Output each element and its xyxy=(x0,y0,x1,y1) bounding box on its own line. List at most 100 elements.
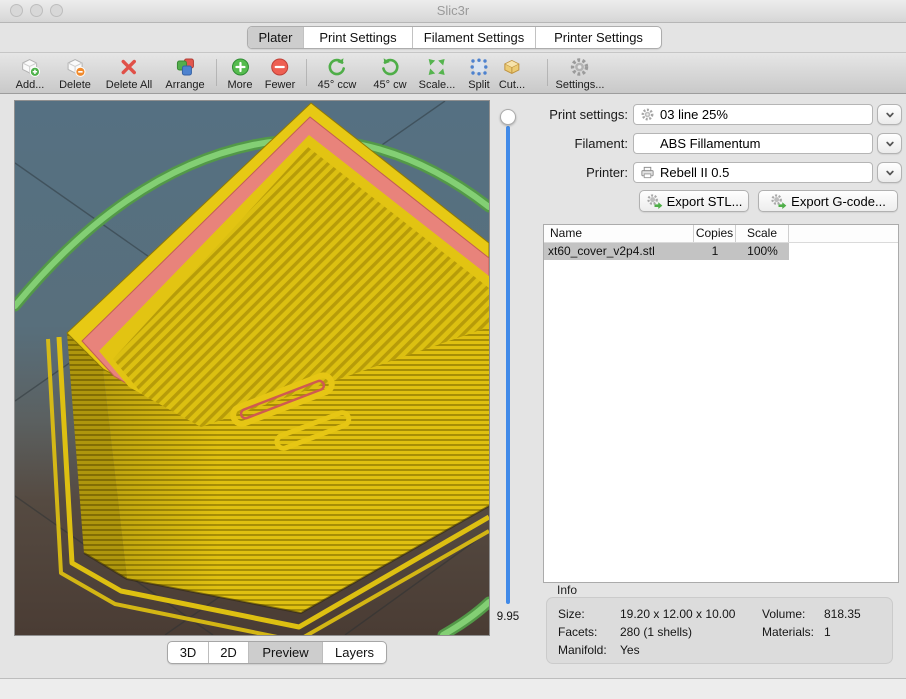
export-stl-label: Export STL... xyxy=(667,194,743,209)
toolbar-label: Split xyxy=(468,79,490,91)
export-gcode-button[interactable]: Export G-code... xyxy=(758,190,898,212)
titlebar: Slic3r xyxy=(0,0,906,23)
cut-button[interactable]: Cut... xyxy=(499,56,525,91)
export-stl-button[interactable]: Export STL... xyxy=(639,190,749,212)
print-settings-value: 03 line 25% xyxy=(660,105,868,124)
settings-button[interactable]: Settings... xyxy=(556,56,605,91)
object-list-header: Name Copies Scale xyxy=(544,225,898,243)
chevron-down-icon xyxy=(884,167,896,179)
printer-select[interactable]: Rebell II 0.5 xyxy=(633,162,873,183)
info-materials-value: 1 xyxy=(824,625,831,639)
toolbar-label: Add... xyxy=(16,79,45,91)
add-icon xyxy=(16,56,45,78)
more-icon xyxy=(227,56,252,78)
main-tab-bar: Plater Print Settings Filament Settings … xyxy=(247,26,662,49)
info-size-label: Size: xyxy=(558,607,585,621)
rotate-ccw-button[interactable]: 45° ccw xyxy=(318,56,357,91)
scale-icon xyxy=(419,56,456,78)
column-header-name[interactable]: Name xyxy=(544,225,694,242)
layer-slider-track[interactable] xyxy=(506,126,510,604)
layer-slider-thumb[interactable] xyxy=(500,109,516,125)
toolbar-label: Settings... xyxy=(556,79,605,91)
printer-dropdown-button[interactable] xyxy=(877,162,902,183)
chevron-down-icon xyxy=(884,109,896,121)
view-switch: 3D 2D Preview Layers xyxy=(167,641,387,664)
toolbar-label: More xyxy=(227,79,252,91)
status-bar xyxy=(0,678,906,699)
fewer-button[interactable]: Fewer xyxy=(265,56,296,91)
toolbar-label: Delete xyxy=(59,79,91,91)
arrange-button[interactable]: Arrange xyxy=(165,56,204,91)
filament-select[interactable]: ABS Fillamentum xyxy=(633,133,873,154)
scale-button[interactable]: Scale... xyxy=(419,56,456,91)
gear-icon xyxy=(640,107,655,127)
split-button[interactable]: Split xyxy=(468,56,490,91)
delete-all-icon xyxy=(106,56,152,78)
toolbar-label: Fewer xyxy=(265,79,296,91)
info-facets-label: Facets: xyxy=(558,625,597,639)
object-list[interactable]: Name Copies Scale xt60_cover_v2p4.stl 1 … xyxy=(543,224,899,583)
tab-filament-settings[interactable]: Filament Settings xyxy=(412,27,535,48)
chevron-down-icon xyxy=(884,138,896,150)
toolbar-label: Scale... xyxy=(419,79,456,91)
rotate-cw-button[interactable]: 45° cw xyxy=(373,56,406,91)
view-tab-2d[interactable]: 2D xyxy=(208,642,248,663)
info-facets-value: 280 (1 shells) xyxy=(620,625,692,639)
table-row[interactable]: xt60_cover_v2p4.stl 1 100% xyxy=(544,243,898,260)
printer-label: Printer: xyxy=(540,162,628,183)
export-gcode-label: Export G-code... xyxy=(791,194,886,209)
toolbar-separator xyxy=(547,59,548,86)
add-button[interactable]: Add... xyxy=(16,56,45,91)
delete-button[interactable]: Delete xyxy=(59,56,91,91)
printer-value: Rebell II 0.5 xyxy=(660,163,868,182)
toolbar-separator xyxy=(306,59,307,86)
print-settings-select[interactable]: 03 line 25% xyxy=(633,104,873,125)
more-button[interactable]: More xyxy=(227,56,252,91)
info-size-value: 19.20 x 12.00 x 10.00 xyxy=(620,607,735,621)
cell-copies: 1 xyxy=(694,243,736,260)
toolbar-label: 45° ccw xyxy=(318,79,357,91)
arrange-icon xyxy=(165,56,204,78)
info-volume-value: 818.35 xyxy=(824,607,861,621)
column-header-scale[interactable]: Scale xyxy=(736,225,789,242)
filament-value: ABS Fillamentum xyxy=(660,134,868,153)
toolbar-separator xyxy=(216,59,217,86)
view-tab-3d[interactable]: 3D xyxy=(168,642,208,663)
fewer-icon xyxy=(265,56,296,78)
toolbar-label: Cut... xyxy=(499,79,525,91)
view-tab-preview[interactable]: Preview xyxy=(248,642,322,663)
toolbar-label: Arrange xyxy=(165,79,204,91)
view-tab-layers[interactable]: Layers xyxy=(322,642,386,663)
tab-plater[interactable]: Plater xyxy=(248,27,303,48)
delete-icon xyxy=(59,56,91,78)
info-panel: Size: 19.20 x 12.00 x 10.00 Volume: 818.… xyxy=(546,597,893,664)
export-icon xyxy=(770,193,787,210)
toolbar-label: 45° cw xyxy=(373,79,406,91)
filament-label: Filament: xyxy=(540,133,628,154)
layer-slider-value: 9.95 xyxy=(483,611,533,623)
tab-printer-settings[interactable]: Printer Settings xyxy=(535,27,661,48)
rotate-cw-icon xyxy=(373,56,406,78)
column-header-filler xyxy=(789,225,898,242)
export-icon xyxy=(646,193,663,210)
rotate-ccw-icon xyxy=(318,56,357,78)
delete-all-button[interactable]: Delete All xyxy=(106,56,152,91)
cell-scale: 100% xyxy=(736,243,789,260)
info-manifold-label: Manifold: xyxy=(558,643,607,657)
plater-scene xyxy=(15,101,489,635)
info-materials-label: Materials: xyxy=(762,625,814,639)
column-header-copies[interactable]: Copies xyxy=(694,225,736,242)
print-settings-dropdown-button[interactable] xyxy=(877,104,902,125)
info-section-title: Info xyxy=(557,583,577,597)
gear-icon xyxy=(556,56,605,78)
split-icon xyxy=(468,56,490,78)
tab-print-settings[interactable]: Print Settings xyxy=(303,27,412,48)
window-title: Slic3r xyxy=(0,3,906,18)
info-manifold-value: Yes xyxy=(620,643,640,657)
slic3r-window: Slic3r Plater Print Settings Filament Se… xyxy=(0,0,906,699)
toolbar: Add... Delete Delete All Arrange More xyxy=(0,52,906,94)
3d-viewport[interactable] xyxy=(14,100,490,636)
cell-name: xt60_cover_v2p4.stl xyxy=(544,243,694,260)
filament-dropdown-button[interactable] xyxy=(877,133,902,154)
cut-icon xyxy=(499,56,525,78)
